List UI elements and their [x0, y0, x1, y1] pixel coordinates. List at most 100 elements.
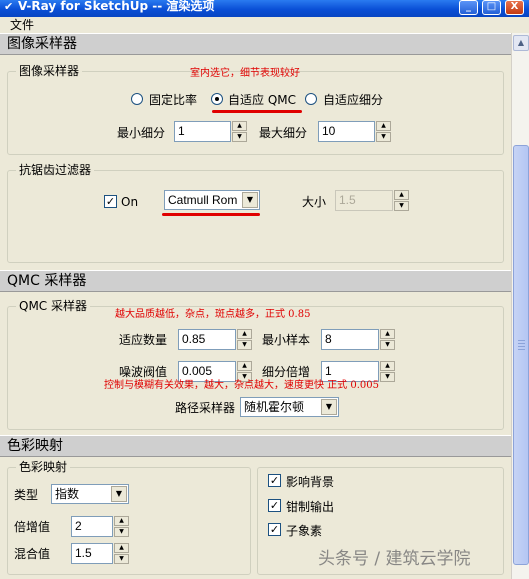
spin-down-icon[interactable]: ▼ — [114, 554, 129, 564]
section-title: 色彩映射 — [7, 438, 63, 454]
min-subdiv-label: 最小细分 — [117, 126, 166, 140]
red-underline — [162, 213, 260, 216]
subdiv-mult-spinner: 1 ▲ ▼ — [321, 361, 397, 382]
noise-threshold-spinner: 0.005 ▲ ▼ — [178, 361, 254, 382]
minimize-button[interactable]: _ — [459, 0, 478, 15]
aa-on-checkbox[interactable]: ✓ — [104, 195, 117, 208]
spin-up-icon[interactable]: ▲ — [114, 516, 129, 526]
max-subdiv-label: 最大细分 — [259, 126, 308, 140]
spin-up-icon[interactable]: ▲ — [380, 329, 395, 339]
aa-size-label: 大小 — [302, 195, 327, 209]
path-sampler-select[interactable]: 随机霍尔顿 ▼ — [240, 397, 339, 417]
multiplier-label: 倍增值 — [14, 520, 51, 534]
annotation-note: 室内选它，细节表现较好 — [190, 68, 300, 79]
chevron-down-icon[interactable]: ▼ — [321, 399, 337, 415]
min-subdiv-input[interactable]: 1 — [174, 121, 231, 142]
red-underline — [212, 110, 302, 113]
spin-up-icon[interactable]: ▲ — [380, 361, 395, 371]
section-header-color-mapping[interactable]: 色彩映射 — [0, 435, 511, 457]
chevron-down-icon[interactable]: ▼ — [111, 486, 127, 502]
section-header-qmc-sampler[interactable]: QMC 采样器 — [0, 270, 511, 292]
subpixel-checkbox[interactable]: ✓ — [268, 523, 281, 536]
min-subdiv-spinner: 1 ▲ ▼ — [174, 121, 249, 142]
noise-threshold-label: 噪波阀值 — [119, 365, 168, 379]
spin-up-icon[interactable]: ▲ — [232, 121, 247, 131]
blend-input[interactable]: 1.5 — [71, 543, 113, 564]
aa-filter-group: 抗锯齿过滤器 — [7, 163, 504, 263]
min-samples-label: 最小样本 — [262, 333, 311, 347]
multiplier-spinner: 2 ▲ ▼ — [71, 516, 130, 537]
annotation-note: 越大品质越低，杂点，斑点越多，正式 0.85 — [115, 309, 311, 320]
radio-fixed-rate[interactable] — [131, 93, 143, 105]
maximize-button[interactable]: □ — [482, 0, 501, 15]
group-label: QMC 采样器 — [16, 299, 90, 313]
max-subdiv-spinner: 10 ▲ ▼ — [318, 121, 393, 142]
blend-spinner: 1.5 ▲ ▼ — [71, 543, 130, 564]
spin-down-icon[interactable]: ▼ — [380, 340, 395, 350]
select-value: Catmull Rom — [168, 193, 238, 207]
spin-up-icon[interactable]: ▲ — [394, 190, 409, 200]
adaptive-amount-spinner: 0.85 ▲ ▼ — [178, 329, 254, 350]
affect-background-label: 影响背景 — [286, 475, 335, 489]
noise-threshold-input[interactable]: 0.005 — [178, 361, 236, 382]
radio-adaptive-qmc[interactable] — [211, 93, 223, 105]
path-sampler-label: 路径采样器 — [175, 401, 236, 415]
select-value: 指数 — [55, 487, 80, 501]
radio-label: 自适应 QMC — [228, 93, 296, 107]
section-title: QMC 采样器 — [7, 273, 87, 289]
group-label: 抗锯齿过滤器 — [16, 163, 95, 177]
menu-bar: 文件 — [0, 17, 529, 33]
clamp-output-label: 钳制输出 — [286, 500, 335, 514]
spin-up-icon[interactable]: ▲ — [237, 361, 252, 371]
spin-up-icon[interactable]: ▲ — [376, 121, 391, 131]
scroll-thumb[interactable] — [513, 145, 529, 565]
subdiv-mult-label: 细分倍增 — [262, 365, 311, 379]
radio-label: 自适应细分 — [323, 93, 384, 107]
aa-filter-select[interactable]: Catmull Rom ▼ — [164, 190, 260, 210]
close-button[interactable]: X — [505, 0, 524, 15]
aa-size-input[interactable]: 1.5 — [335, 190, 393, 211]
watermark: 头条号 / 建筑云学院 — [318, 549, 471, 569]
min-samples-input[interactable]: 8 — [321, 329, 379, 350]
blend-label: 混合值 — [14, 547, 51, 561]
annotation-note: 控制与模糊有关效果，越大，杂点越大，速度更快 正式 0.005 — [104, 380, 379, 391]
select-value: 随机霍尔顿 — [244, 400, 305, 414]
section-title: 图像采样器 — [7, 36, 77, 52]
spin-down-icon[interactable]: ▼ — [380, 372, 395, 382]
max-subdiv-input[interactable]: 10 — [318, 121, 375, 142]
subpixel-label: 子象素 — [286, 524, 323, 538]
window-title: V-Ray for SketchUp -- 渲染选项 — [18, 0, 215, 13]
spin-down-icon[interactable]: ▼ — [237, 340, 252, 350]
chevron-down-icon[interactable]: ▼ — [242, 192, 258, 208]
min-samples-spinner: 8 ▲ ▼ — [321, 329, 397, 350]
image-sampler-panel: 图像采样器 室内选它，细节表现较好 固定比率 自适应 QMC 自适应细分 最小细… — [0, 55, 511, 270]
qmc-sampler-panel: QMC 采样器 越大品质越低，杂点，斑点越多，正式 0.85 适应数量 0.85… — [0, 292, 511, 435]
vray-icon: ✔ — [4, 0, 14, 13]
subdiv-mult-input[interactable]: 1 — [321, 361, 379, 382]
adaptive-amount-label: 适应数量 — [119, 333, 168, 347]
aa-on-label: On — [121, 195, 139, 209]
group-label: 图像采样器 — [16, 64, 83, 78]
spin-up-icon[interactable]: ▲ — [114, 543, 129, 553]
image-sampler-group: 图像采样器 — [7, 64, 504, 155]
section-header-image-sampler[interactable]: 图像采样器 — [0, 33, 511, 55]
type-label: 类型 — [14, 488, 39, 502]
spin-down-icon[interactable]: ▼ — [114, 527, 129, 537]
spin-down-icon[interactable]: ▼ — [394, 201, 409, 211]
spin-down-icon[interactable]: ▼ — [232, 132, 247, 142]
spin-up-icon[interactable]: ▲ — [237, 329, 252, 339]
spin-down-icon[interactable]: ▼ — [376, 132, 391, 142]
radio-label: 固定比率 — [149, 93, 198, 107]
clamp-output-checkbox[interactable]: ✓ — [268, 499, 281, 512]
menu-file[interactable]: 文件 — [10, 18, 34, 32]
title-bar: ✔ V-Ray for SketchUp -- 渲染选项 _ □ X — [0, 0, 529, 17]
vertical-scrollbar[interactable]: ▲ — [511, 33, 529, 579]
radio-adaptive-subdivision[interactable] — [305, 93, 317, 105]
adaptive-amount-input[interactable]: 0.85 — [178, 329, 236, 350]
group-label: 色彩映射 — [16, 460, 71, 474]
aa-size-spinner: 1.5 ▲ ▼ — [335, 190, 411, 211]
type-select[interactable]: 指数 ▼ — [51, 484, 129, 504]
affect-background-checkbox[interactable]: ✓ — [268, 474, 281, 487]
multiplier-input[interactable]: 2 — [71, 516, 113, 537]
scroll-up-icon[interactable]: ▲ — [513, 35, 529, 51]
